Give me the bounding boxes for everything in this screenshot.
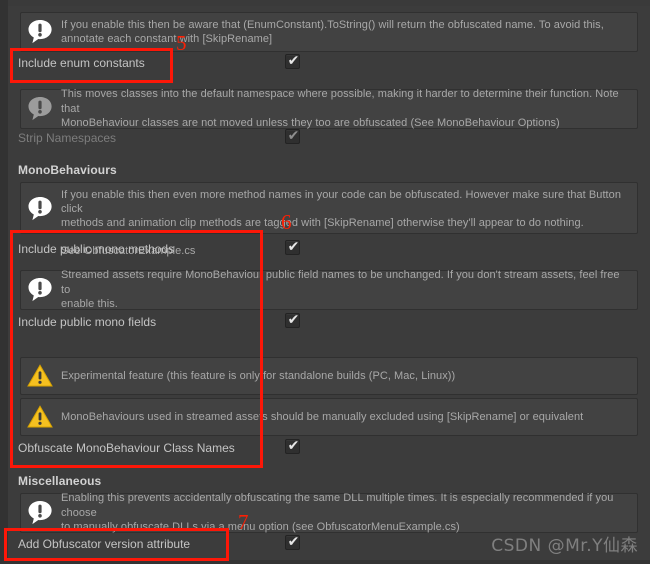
label-include-public-mono-fields: Include public mono fields [18,315,157,329]
checkmark-icon: ✔ [287,312,300,328]
info-speech-bubble-icon [25,17,55,47]
helpbox-public-mono-fields-text: Streamed assets require MonoBehaviour pu… [61,269,620,311]
checkbox-include-public-mono-methods[interactable]: ✔ [285,239,300,255]
checkbox-add-obfuscator-version-attribute[interactable]: ✔ [285,534,300,550]
info-speech-bubble-icon [25,194,55,224]
row-include-public-mono-fields[interactable]: Include public mono fields ✔ [8,312,650,332]
label-include-public-mono-methods: Include public mono methods [18,242,175,256]
checkmark-icon: ✔ [287,53,300,69]
label-strip-namespaces: Strip Namespaces [18,131,117,145]
annotation-number-5: 5 [176,31,187,55]
checkmark-icon: ✔ [287,128,300,144]
checkmark-icon: ✔ [287,534,300,550]
unity-obfuscator-settings-panel: If you enable this then be aware that (E… [0,0,650,564]
helpbox-version-attribute: Enabling this prevents accidentally obfu… [20,492,638,534]
helpbox-enum-constants: If you enable this then be aware that (E… [20,12,638,52]
info-speech-bubble-icon [25,275,55,305]
row-include-public-mono-methods[interactable]: Include public mono methods ✔ [8,239,650,259]
checkbox-obfuscate-monobehaviour-class-names[interactable]: ✔ [285,438,300,454]
helpbox-strip-namespaces: This moves classes into the default name… [20,88,638,130]
checkbox-strip-namespaces[interactable]: ✔ [285,128,300,144]
section-title-monobehaviours: MonoBehaviours [18,163,117,177]
helpbox-experimental-warning: Experimental feature (this feature is on… [20,357,638,395]
settings-content: If you enable this then be aware that (E… [8,0,650,564]
annotation-number-7: 7 [238,510,249,534]
info-speech-bubble-icon [25,498,55,528]
row-include-enum-constants[interactable]: Include enum constants ✔ [8,53,650,73]
helpbox-strip-namespaces-text: This moves classes into the default name… [61,88,619,130]
helpbox-enum-constants-text: If you enable this then be aware that (E… [61,18,604,46]
helpbox-streamed-assets-warning-text: MonoBehaviours used in streamed assets s… [61,410,584,423]
checkbox-include-enum-constants[interactable]: ✔ [285,53,300,69]
annotation-number-6: 6 [281,210,292,234]
checkmark-icon: ✔ [287,438,300,454]
checkbox-include-public-mono-fields[interactable]: ✔ [285,312,300,328]
warning-triangle-icon [25,361,55,391]
info-speech-bubble-icon [25,94,55,124]
row-obfuscate-monobehaviour-class-names[interactable]: Obfuscate MonoBehaviour Class Names ✔ [8,438,650,458]
row-strip-namespaces[interactable]: Strip Namespaces ✔ [8,128,650,148]
label-obfuscate-monobehaviour-class-names: Obfuscate MonoBehaviour Class Names [18,441,235,455]
helpbox-version-attribute-text: Enabling this prevents accidentally obfu… [61,492,614,534]
label-include-enum-constants: Include enum constants [18,56,145,70]
helpbox-streamed-assets-warning: MonoBehaviours used in streamed assets s… [20,398,638,436]
helpbox-public-mono-methods: If you enable this then even more method… [20,182,638,257]
helpbox-experimental-warning-text: Experimental feature (this feature is on… [61,369,456,382]
warning-triangle-icon [25,402,55,432]
label-add-obfuscator-version-attribute: Add Obfuscator version attribute [18,537,191,551]
checkmark-icon: ✔ [287,239,300,255]
panel-bottom-edge [0,560,650,564]
csdn-watermark: CSDN @Mr.Y仙森 [491,536,638,556]
left-gutter [0,0,8,564]
helpbox-public-mono-fields: Streamed assets require MonoBehaviour pu… [20,269,638,311]
section-title-miscellaneous: Miscellaneous [18,474,102,488]
